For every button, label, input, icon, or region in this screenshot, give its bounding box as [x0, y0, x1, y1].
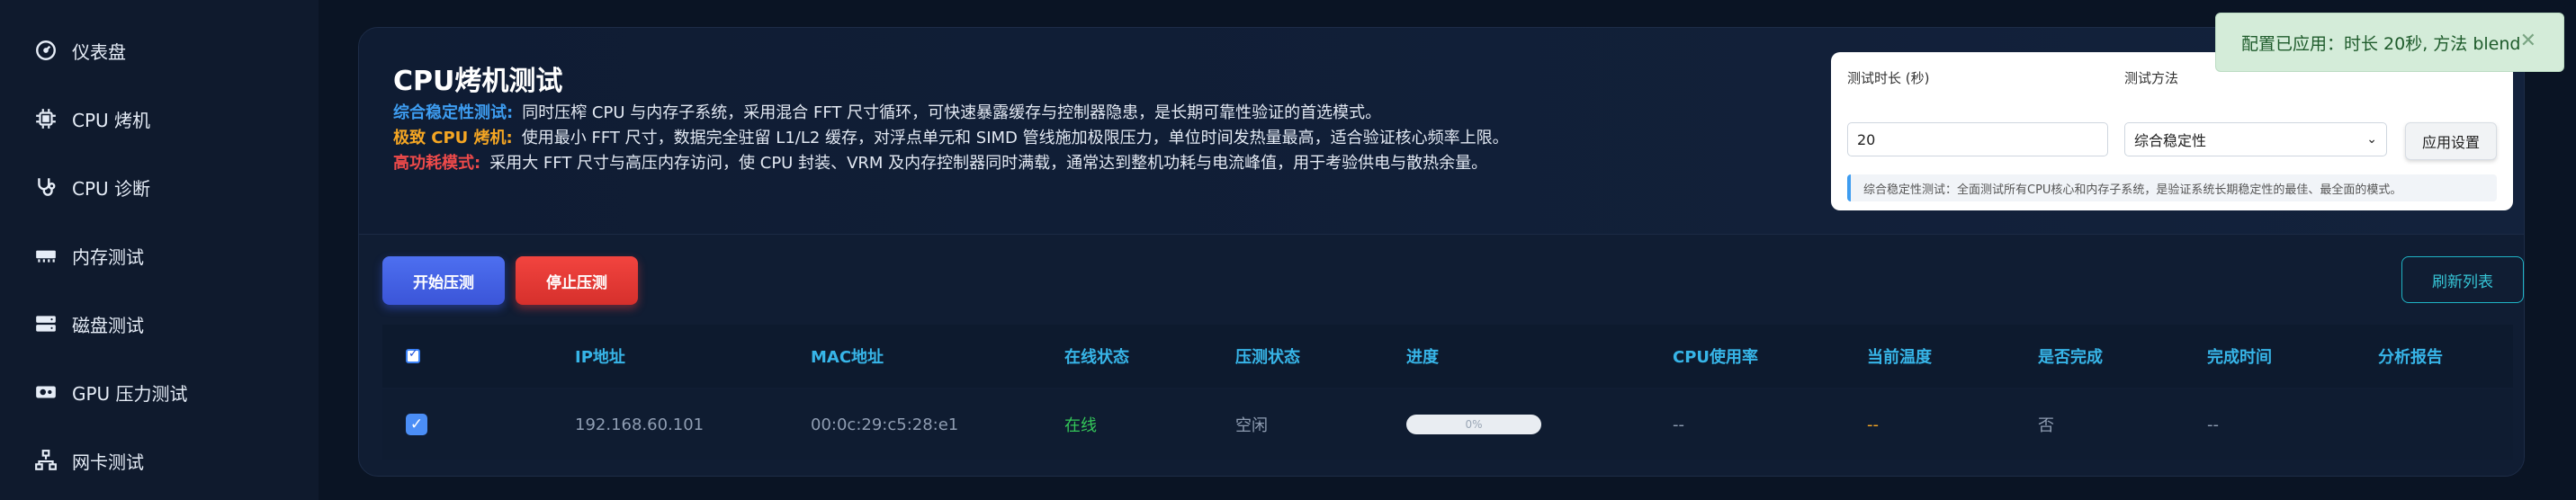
start-stress-button[interactable]: 开始压测: [382, 256, 505, 305]
sidebar-item-gpu[interactable]: GPU 压力测试: [0, 358, 319, 426]
mode-tag: 综合稳定性测试:: [393, 103, 514, 122]
col-temperature[interactable]: 当前温度: [1867, 325, 1932, 388]
method-label: 测试方法: [2124, 70, 2179, 86]
sidebar-item-label: 网卡测试: [72, 451, 144, 473]
cell-temperature: --: [1867, 415, 1879, 434]
duration-label: 测试时长 (秒): [1847, 70, 1930, 86]
cpu-burn-panel: CPU烤机测试 综合稳定性测试: 同时压榨 CPU 与内存子系统，采用混合 FFT…: [358, 27, 2525, 477]
mode-desc-stability: 综合稳定性测试: 同时压榨 CPU 与内存子系统，采用混合 FFT 尺寸循环，可快…: [393, 100, 1381, 123]
cell-online-status: 在线: [1064, 416, 1097, 435]
col-online[interactable]: 在线状态: [1064, 325, 1129, 388]
sidebar-item-disk[interactable]: 磁盘测试: [0, 290, 319, 358]
method-select-value: 综合稳定性: [2134, 132, 2207, 149]
cell-stress-status: 空闲: [1235, 416, 1268, 435]
duration-input[interactable]: 20: [1847, 122, 2108, 156]
sidebar-item-label: CPU 诊断: [72, 177, 151, 200]
chevron-down-icon: ⌄: [2366, 132, 2377, 147]
progress-bar: 0%: [1406, 415, 1541, 434]
sidebar-item-cpu-burn[interactable]: CPU 烤机: [0, 85, 319, 153]
select-all-checkbox[interactable]: [406, 347, 420, 363]
sidebar-item-label: CPU 烤机: [72, 109, 151, 131]
mode-tag: 高功耗模式:: [393, 154, 481, 173]
table-header: IP地址 MAC地址 在线状态 压测状态 进度 CPU使用率 当前温度 是否完成…: [382, 325, 2513, 388]
sidebar-item-label: 仪表盘: [72, 40, 126, 63]
mode-tag: 极致 CPU 烤机:: [393, 129, 513, 147]
row-select-cell: ✓: [406, 389, 427, 460]
select-all-cell: [406, 325, 420, 388]
cell-mac: 00:0c:29:c5:28:e1: [811, 415, 959, 434]
row-checkbox[interactable]: ✓: [406, 414, 427, 435]
method-info: 综合稳定性测试：全面测试所有CPU核心和内存子系统，是验证系统长期稳定性的最佳、…: [1847, 174, 2497, 201]
hard-drive-icon: [34, 312, 58, 335]
mode-text: 采用大 FFT 尺寸与高压内存访问，使 CPU 封装、VRM 及内存控制器同时满…: [489, 154, 1488, 173]
table-row[interactable]: ✓ 192.168.60.101 00:0c:29:c5:28:e1 在线 空闲…: [382, 389, 2513, 460]
sidebar-item-network[interactable]: 网卡测试: [0, 426, 319, 495]
cell-cpu-usage: --: [1673, 415, 1684, 434]
toast-notification: 配置已应用：时长 20秒, 方法 blend ✕: [2215, 13, 2564, 72]
refresh-list-button[interactable]: 刷新列表: [2401, 256, 2524, 303]
close-icon[interactable]: ✕: [2520, 30, 2536, 52]
col-ip[interactable]: IP地址: [575, 325, 625, 388]
hero-section: CPU烤机测试 综合稳定性测试: 同时压榨 CPU 与内存子系统，采用混合 FFT…: [359, 28, 2524, 235]
sidebar-item-cpu-diagnose[interactable]: CPU 诊断: [0, 153, 319, 221]
cell-completed: 否: [2038, 416, 2054, 435]
cell-finish-time: --: [2207, 415, 2219, 434]
settings-card: 测试时长 (秒) 20 测试方法 综合稳定性 ⌄ 应用设置 综合稳定性测试：全面…: [1831, 52, 2513, 210]
memory-icon: [34, 244, 58, 267]
sidebar-item-dashboard[interactable]: 仪表盘: [0, 16, 319, 85]
stethoscope-icon: [34, 175, 58, 199]
col-report[interactable]: 分析报告: [2378, 325, 2443, 388]
col-progress[interactable]: 进度: [1406, 325, 1439, 388]
gpu-icon: [34, 380, 58, 404]
network-icon: [34, 449, 58, 472]
dashboard-icon: [34, 39, 58, 62]
apply-settings-button[interactable]: 应用设置: [2405, 122, 2497, 160]
sidebar-item-memory[interactable]: 内存测试: [0, 221, 319, 290]
cell-ip: 192.168.60.101: [575, 415, 705, 434]
cpu-chip-icon: [34, 107, 58, 130]
sidebar-item-label: GPU 压力测试: [72, 382, 188, 405]
cell-progress: 0%: [1406, 389, 1541, 460]
method-select[interactable]: 综合稳定性 ⌄: [2124, 122, 2387, 156]
sidebar: 仪表盘 CPU 烤机 CPU 诊断 内存测试 磁盘测试 GPU 压力测试 网卡测…: [0, 0, 319, 500]
mode-desc-extreme: 极致 CPU 烤机: 使用最小 FFT 尺寸，数据完全驻留 L1/L2 缓存，对浮…: [393, 125, 1509, 148]
mode-text: 同时压榨 CPU 与内存子系统，采用混合 FFT 尺寸循环，可快速暴露缓存与控制…: [522, 103, 1382, 122]
col-mac[interactable]: MAC地址: [811, 325, 884, 388]
progress-label: 0%: [1465, 418, 1483, 431]
page-title: CPU烤机测试: [393, 66, 563, 97]
mode-desc-power: 高功耗模式: 采用大 FFT 尺寸与高压内存访问，使 CPU 封装、VRM 及内存…: [393, 150, 1487, 174]
toast-message: 配置已应用：时长 20秒, 方法 blend: [2241, 33, 2521, 54]
sidebar-item-label: 磁盘测试: [72, 314, 144, 336]
mode-text: 使用最小 FFT 尺寸，数据完全驻留 L1/L2 缓存，对浮点单元和 SIMD …: [521, 129, 1509, 147]
col-finish-time[interactable]: 完成时间: [2207, 325, 2272, 388]
col-completed[interactable]: 是否完成: [2038, 325, 2103, 388]
col-cpu-usage[interactable]: CPU使用率: [1673, 325, 1758, 388]
sidebar-item-label: 内存测试: [72, 246, 144, 268]
col-stress-status[interactable]: 压测状态: [1235, 325, 1300, 388]
stop-stress-button[interactable]: 停止压测: [516, 256, 638, 305]
